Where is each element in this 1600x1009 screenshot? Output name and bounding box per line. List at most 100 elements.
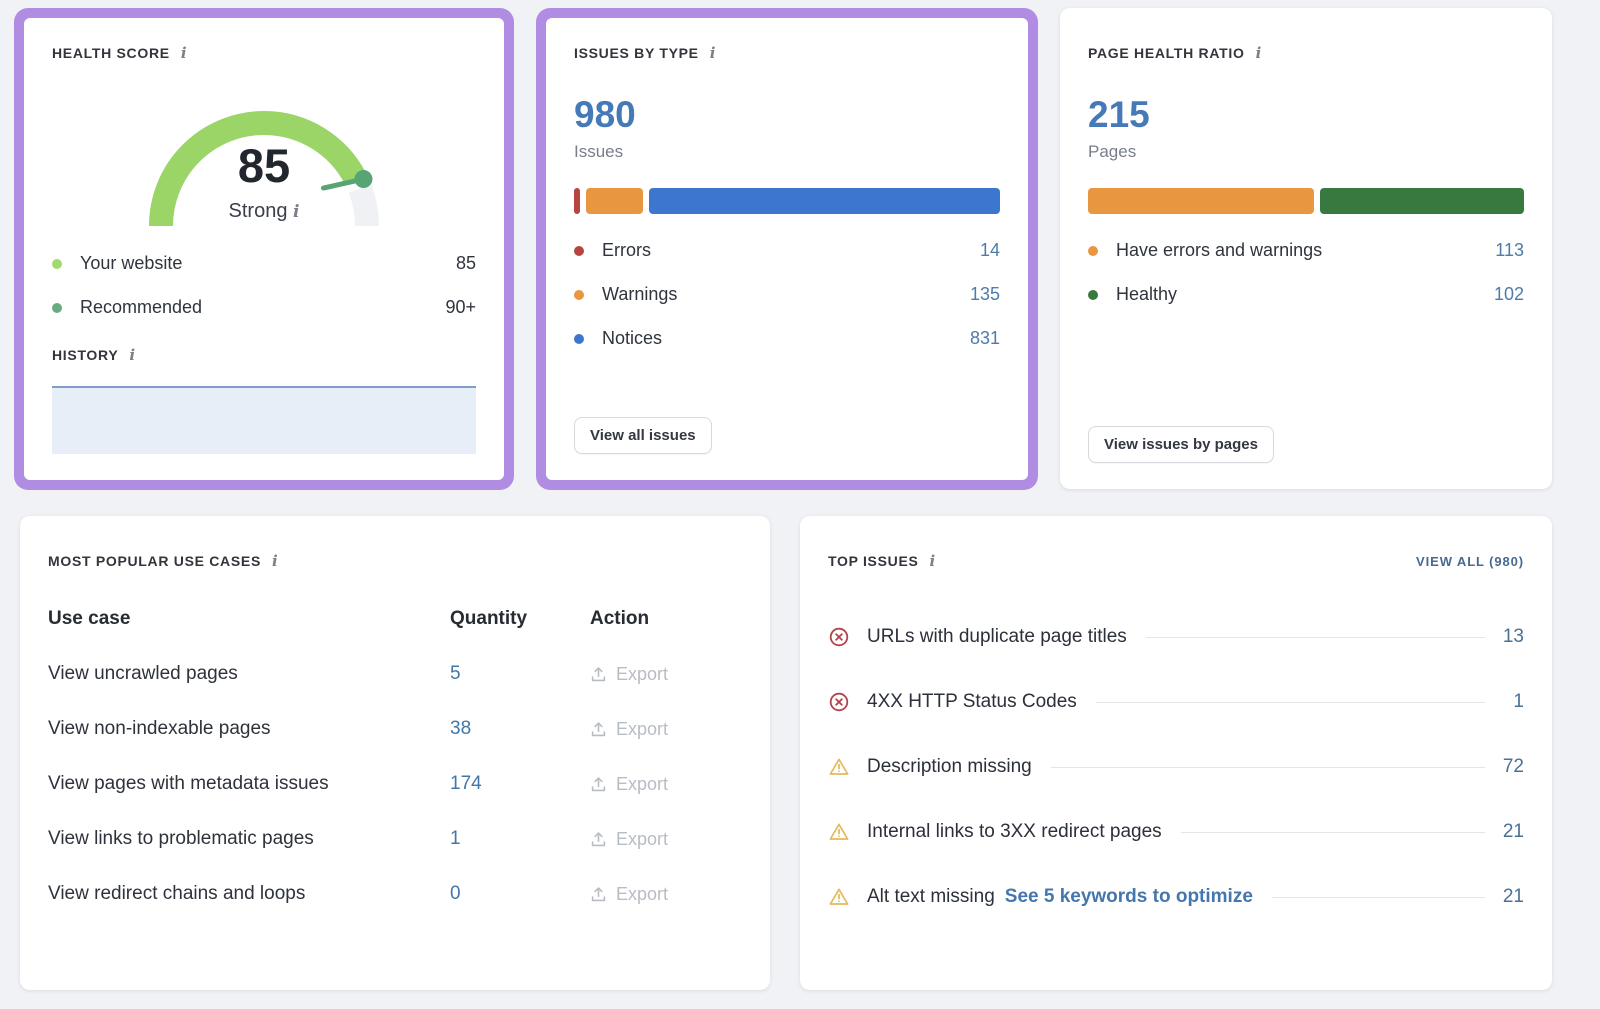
use-case-row: View links to problematic pages 1 Export <box>48 828 742 850</box>
ratio-legend: Have errors and warnings 113 Healthy 102 <box>1088 214 1524 305</box>
use-cases-card: MOST POPULAR USE CASES i Use case Quanti… <box>20 516 770 990</box>
info-icon[interactable]: i <box>293 202 299 222</box>
legend-value: 90+ <box>445 297 476 318</box>
issues-stacked-bar <box>574 188 1000 214</box>
info-icon[interactable]: i <box>272 552 278 570</box>
use-case-label: View non-indexable pages <box>48 718 450 740</box>
top-issues-card: TOP ISSUES i VIEW ALL (980) URLs with du… <box>800 516 1552 990</box>
warning-icon <box>828 821 850 843</box>
legend-row: Your website 85 <box>52 253 476 274</box>
issue-count[interactable]: 72 <box>1502 756 1524 778</box>
legend-value[interactable]: 14 <box>980 240 1000 261</box>
issue-row: Internal links to 3XX redirect pages 21 <box>828 821 1524 843</box>
legend-value[interactable]: 831 <box>970 328 1000 349</box>
export-label: Export <box>616 664 668 685</box>
issue-label[interactable]: URLs with duplicate page titles <box>867 626 1127 648</box>
legend-value[interactable]: 113 <box>1495 240 1524 261</box>
legend-dot <box>52 259 62 269</box>
info-icon[interactable]: i <box>129 346 135 364</box>
issue-row: URLs with duplicate page titles 13 <box>828 626 1524 648</box>
use-case-quantity-link[interactable]: 38 <box>450 718 590 740</box>
export-button[interactable]: Export <box>590 829 742 850</box>
info-icon[interactable]: i <box>930 552 936 570</box>
column-header-quantity: Quantity <box>450 608 590 630</box>
ratio-stacked-bar <box>1088 188 1524 214</box>
issue-label[interactable]: Internal links to 3XX redirect pages <box>867 821 1162 843</box>
legend-row: Errors 14 <box>574 240 1000 261</box>
issues-by-type-title: ISSUES BY TYPE <box>574 45 699 61</box>
issues-total: 980 <box>574 96 1000 133</box>
legend-label: Healthy <box>1116 284 1177 305</box>
export-label: Export <box>616 884 668 905</box>
export-label: Export <box>616 774 668 795</box>
legend-dot <box>574 246 584 256</box>
issue-leader-line <box>1096 702 1485 703</box>
column-header-use-case: Use case <box>48 608 450 630</box>
legend-row: Warnings 135 <box>574 284 1000 305</box>
issues-by-type-highlight-frame: ISSUES BY TYPE i 980 Issues Errors 14 <box>536 8 1038 490</box>
export-label: Export <box>616 829 668 850</box>
export-button[interactable]: Export <box>590 774 742 795</box>
legend-dot <box>574 290 584 300</box>
export-button[interactable]: Export <box>590 719 742 740</box>
info-icon[interactable]: i <box>710 44 716 62</box>
legend-value[interactable]: 102 <box>1494 284 1524 305</box>
legend-dot <box>52 303 62 313</box>
issue-count[interactable]: 1 <box>1502 691 1524 713</box>
issue-keywords-link[interactable]: See 5 keywords to optimize <box>1005 886 1253 908</box>
gauge-status: Strong i <box>124 200 404 223</box>
use-cases-title: MOST POPULAR USE CASES <box>48 553 261 569</box>
issue-count[interactable]: 21 <box>1502 886 1524 908</box>
pages-total-label: Pages <box>1088 142 1524 162</box>
export-icon <box>590 831 607 848</box>
use-cases-table-header: Use case Quantity Action <box>48 608 742 630</box>
bar-segment <box>1088 188 1314 214</box>
issue-row: Description missing 72 <box>828 756 1524 778</box>
export-button[interactable]: Export <box>590 884 742 905</box>
use-case-quantity-link[interactable]: 1 <box>450 828 590 850</box>
export-icon <box>590 776 607 793</box>
use-case-label: View pages with metadata issues <box>48 773 450 795</box>
bar-segment <box>1320 188 1524 214</box>
health-score-legend: Your website 85 Recommended 90+ <box>52 227 476 318</box>
info-icon[interactable]: i <box>181 44 187 62</box>
export-button[interactable]: Export <box>590 664 742 685</box>
legend-value[interactable]: 135 <box>970 284 1000 305</box>
issue-label[interactable]: Description missing <box>867 756 1032 778</box>
history-title: HISTORY <box>52 347 118 363</box>
use-cases-rows: View uncrawled pages 5 Export View non-i… <box>48 663 742 905</box>
legend-dot <box>1088 290 1098 300</box>
use-case-quantity-link[interactable]: 0 <box>450 883 590 905</box>
export-label: Export <box>616 719 668 740</box>
use-case-quantity-link[interactable]: 5 <box>450 663 590 685</box>
legend-label: Errors <box>602 240 651 261</box>
error-icon <box>828 691 850 713</box>
column-header-action: Action <box>590 608 742 630</box>
legend-dot <box>1088 246 1098 256</box>
info-icon[interactable]: i <box>1256 44 1262 62</box>
issue-count[interactable]: 21 <box>1502 821 1524 843</box>
issue-label[interactable]: Alt text missing <box>867 886 995 908</box>
issue-leader-line <box>1051 767 1485 768</box>
page-health-ratio-card: PAGE HEALTH RATIO i 215 Pages Have error… <box>1060 8 1552 489</box>
view-all-link[interactable]: VIEW ALL (980) <box>1416 554 1524 569</box>
health-score-highlight-frame: HEALTH SCORE i 85 Strong i Your website … <box>14 8 514 490</box>
issue-row: 4XX HTTP Status Codes 1 <box>828 691 1524 713</box>
top-issues-list: URLs with duplicate page titles 13 4XX H… <box>828 570 1524 908</box>
export-icon <box>590 886 607 903</box>
bar-segment <box>649 188 1000 214</box>
legend-label: Your website <box>80 253 182 274</box>
use-case-quantity-link[interactable]: 174 <box>450 773 590 795</box>
use-case-label: View uncrawled pages <box>48 663 450 685</box>
error-icon <box>828 626 850 648</box>
legend-row: Healthy 102 <box>1088 284 1524 305</box>
export-icon <box>590 721 607 738</box>
issues-legend: Errors 14 Warnings 135 Notices 831 <box>574 214 1000 349</box>
use-case-row: View redirect chains and loops 0 Export <box>48 883 742 905</box>
view-issues-by-pages-button[interactable]: View issues by pages <box>1088 426 1274 463</box>
issue-count[interactable]: 13 <box>1502 626 1524 648</box>
view-all-issues-button[interactable]: View all issues <box>574 417 712 454</box>
gauge-status-label: Strong <box>229 200 288 222</box>
issue-label[interactable]: 4XX HTTP Status Codes <box>867 691 1077 713</box>
gauge-score: 85 <box>124 138 404 193</box>
